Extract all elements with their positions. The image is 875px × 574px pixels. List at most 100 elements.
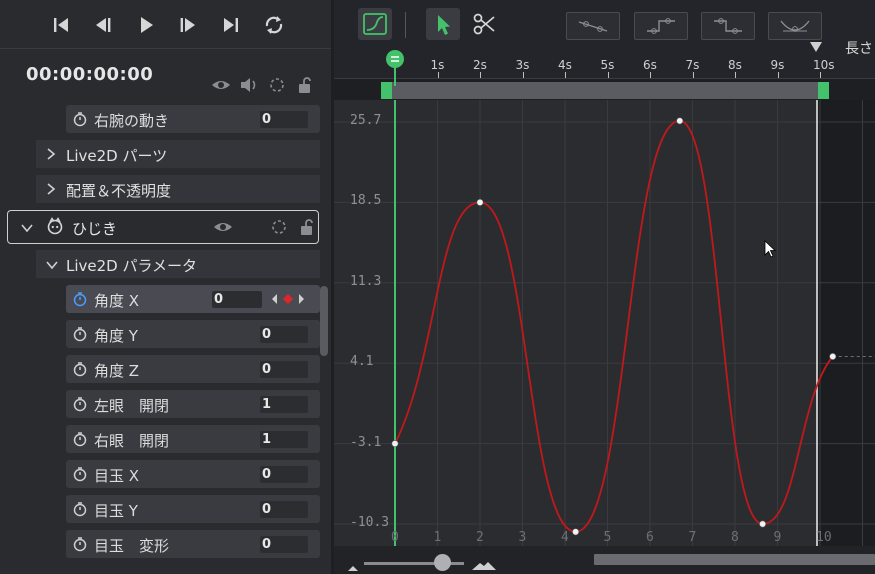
- playback-range-bar[interactable]: [382, 82, 828, 99]
- param-value-field[interactable]: 0: [260, 361, 308, 378]
- param-value-field[interactable]: 0: [212, 291, 262, 308]
- param-row-eyeball-y[interactable]: 目玉 Y 0: [66, 495, 320, 523]
- param-row-angle-y[interactable]: 角度 Y 0: [66, 320, 320, 348]
- left-panel-scrollbar[interactable]: [320, 286, 328, 356]
- live2d-model-icon: [46, 217, 64, 239]
- dashed-circle-icon: [270, 78, 284, 92]
- skip-to-end-button[interactable]: [218, 12, 244, 38]
- param-value-field[interactable]: 0: [260, 501, 308, 518]
- x-axis-label: 4: [561, 530, 569, 545]
- loop-button[interactable]: [261, 12, 287, 38]
- param-label: 左眼 開閉: [94, 397, 170, 415]
- playhead-marker[interactable]: [382, 40, 408, 86]
- keyframe-point[interactable]: [476, 198, 484, 206]
- chevron-down-icon: [45, 257, 58, 271]
- zoom-slider-knob[interactable]: [434, 554, 451, 571]
- dashed-circle-icon[interactable]: [269, 218, 289, 240]
- length-label: 長さ: [845, 41, 873, 57]
- ruler-tick: [820, 72, 821, 78]
- visibility-toggle[interactable]: [211, 76, 231, 94]
- param-value-field[interactable]: 1: [260, 431, 308, 448]
- x-axis-label: 0: [391, 530, 399, 545]
- ruler-tick: [735, 72, 736, 78]
- stopwatch-icon: [72, 466, 88, 482]
- step-forward-icon: [180, 18, 195, 32]
- play-button[interactable]: [133, 12, 159, 38]
- zoom-in-mountain-icon[interactable]: [472, 560, 496, 570]
- param-value-field[interactable]: 1: [260, 396, 308, 413]
- stopwatch-icon: [72, 396, 88, 412]
- mouse-cursor-icon: [764, 240, 777, 258]
- prev-frame-button[interactable]: [90, 12, 116, 38]
- param-value-field[interactable]: 0: [260, 466, 308, 483]
- keyframe-point[interactable]: [572, 528, 580, 536]
- ruler-tick: [522, 72, 524, 78]
- param-row-eyeball-x[interactable]: 目玉 X 0: [66, 460, 320, 488]
- selection-toggle[interactable]: [267, 76, 287, 94]
- ruler-tick: [650, 72, 651, 78]
- graph-toolbar: [334, 0, 875, 48]
- bezier-ease-icon: [780, 20, 810, 32]
- chevron-down-icon[interactable]: [20, 219, 34, 238]
- zoom-out-mountain-icon[interactable]: [348, 565, 358, 571]
- end-marker-triangle-icon[interactable]: [810, 40, 822, 54]
- keyframe-point[interactable]: [391, 440, 399, 448]
- range-end-handle[interactable]: [818, 82, 829, 99]
- select-tool-button[interactable]: [426, 8, 460, 40]
- stopwatch-icon: [72, 326, 88, 342]
- keyframe-point[interactable]: [759, 520, 767, 528]
- param-value-field[interactable]: 0: [260, 326, 308, 343]
- audio-toggle[interactable]: [239, 76, 259, 94]
- ruler-tick: [437, 72, 439, 78]
- cut-tool-button[interactable]: [468, 8, 502, 40]
- param-row-eyeball-morph[interactable]: 目玉 変形 0: [66, 530, 320, 558]
- group-live2d-parts[interactable]: Live2D パーツ: [36, 140, 320, 168]
- param-row-right-eye[interactable]: 右眼 開閉 1: [66, 425, 320, 453]
- loop-icon: [265, 16, 283, 34]
- param-row-right-arm[interactable]: 右腕の動き 0: [66, 105, 320, 133]
- param-row-angle-x[interactable]: 角度 X 0: [66, 285, 320, 313]
- lock-toggle[interactable]: [295, 76, 315, 94]
- ease-linear-button[interactable]: [566, 12, 620, 40]
- param-value-field[interactable]: 0: [260, 111, 308, 128]
- ease-step-out-button[interactable]: [701, 12, 755, 40]
- curve-svg: [334, 100, 875, 546]
- keyframe-point[interactable]: [676, 117, 684, 125]
- ease-bezier-button[interactable]: [768, 12, 822, 40]
- ruler-tick-label: 8s: [728, 58, 742, 72]
- next-keyframe-icon: [299, 294, 304, 304]
- timeline-panel: 00:00:00:00 右腕の動き 0 Live2D パーツ 配置＆不透明度 ひ…: [0, 0, 331, 574]
- object-row-hijiki[interactable]: ひじき: [7, 210, 319, 244]
- curve-plot[interactable]: [334, 100, 875, 546]
- ruler-tick-label: 5s: [600, 58, 615, 72]
- eye-icon: [212, 81, 230, 89]
- chevron-right-icon: [45, 147, 57, 161]
- timecode-display: 00:00:00:00: [26, 64, 154, 85]
- ruler-tick-label: 9s: [770, 58, 785, 72]
- param-value-field[interactable]: 0: [260, 536, 308, 553]
- next-frame-button[interactable]: [175, 12, 201, 38]
- group-live2d-parameters[interactable]: Live2D パラメータ: [36, 250, 320, 278]
- param-label: 右眼 開閉: [94, 432, 170, 450]
- curve-mode-button[interactable]: [358, 8, 392, 40]
- eye-icon[interactable]: [213, 218, 233, 240]
- param-label: 目玉 X: [94, 467, 140, 485]
- linear-ease-icon: [578, 21, 608, 32]
- horizontal-scrollbar[interactable]: [594, 554, 875, 565]
- param-row-angle-z[interactable]: 角度 Z 0: [66, 355, 320, 383]
- unlock-icon: [299, 77, 311, 93]
- skip-to-start-button[interactable]: [48, 12, 74, 38]
- play-icon: [141, 17, 153, 33]
- unlock-icon[interactable]: [297, 218, 317, 240]
- group-transform-opacity[interactable]: 配置＆不透明度: [36, 175, 320, 203]
- graph-editor: 1s 2s 3s 4s 5s 6s 7s 8s 9s 10s 長さ 25.7 18.5 11.3 4.1…: [334, 0, 875, 574]
- ease-step-in-button[interactable]: [634, 12, 688, 40]
- ruler-tick-label: 3s: [515, 58, 530, 72]
- keyframe-point[interactable]: [829, 353, 837, 361]
- stopwatch-icon: [72, 291, 88, 307]
- y-axis-label: 18.5: [350, 193, 382, 209]
- chevron-right-icon: [45, 182, 57, 196]
- keyframe-diamond-icon: [283, 294, 293, 304]
- group-label: Live2D パラメータ: [66, 257, 198, 275]
- param-row-left-eye[interactable]: 左眼 開閉 1: [66, 390, 320, 418]
